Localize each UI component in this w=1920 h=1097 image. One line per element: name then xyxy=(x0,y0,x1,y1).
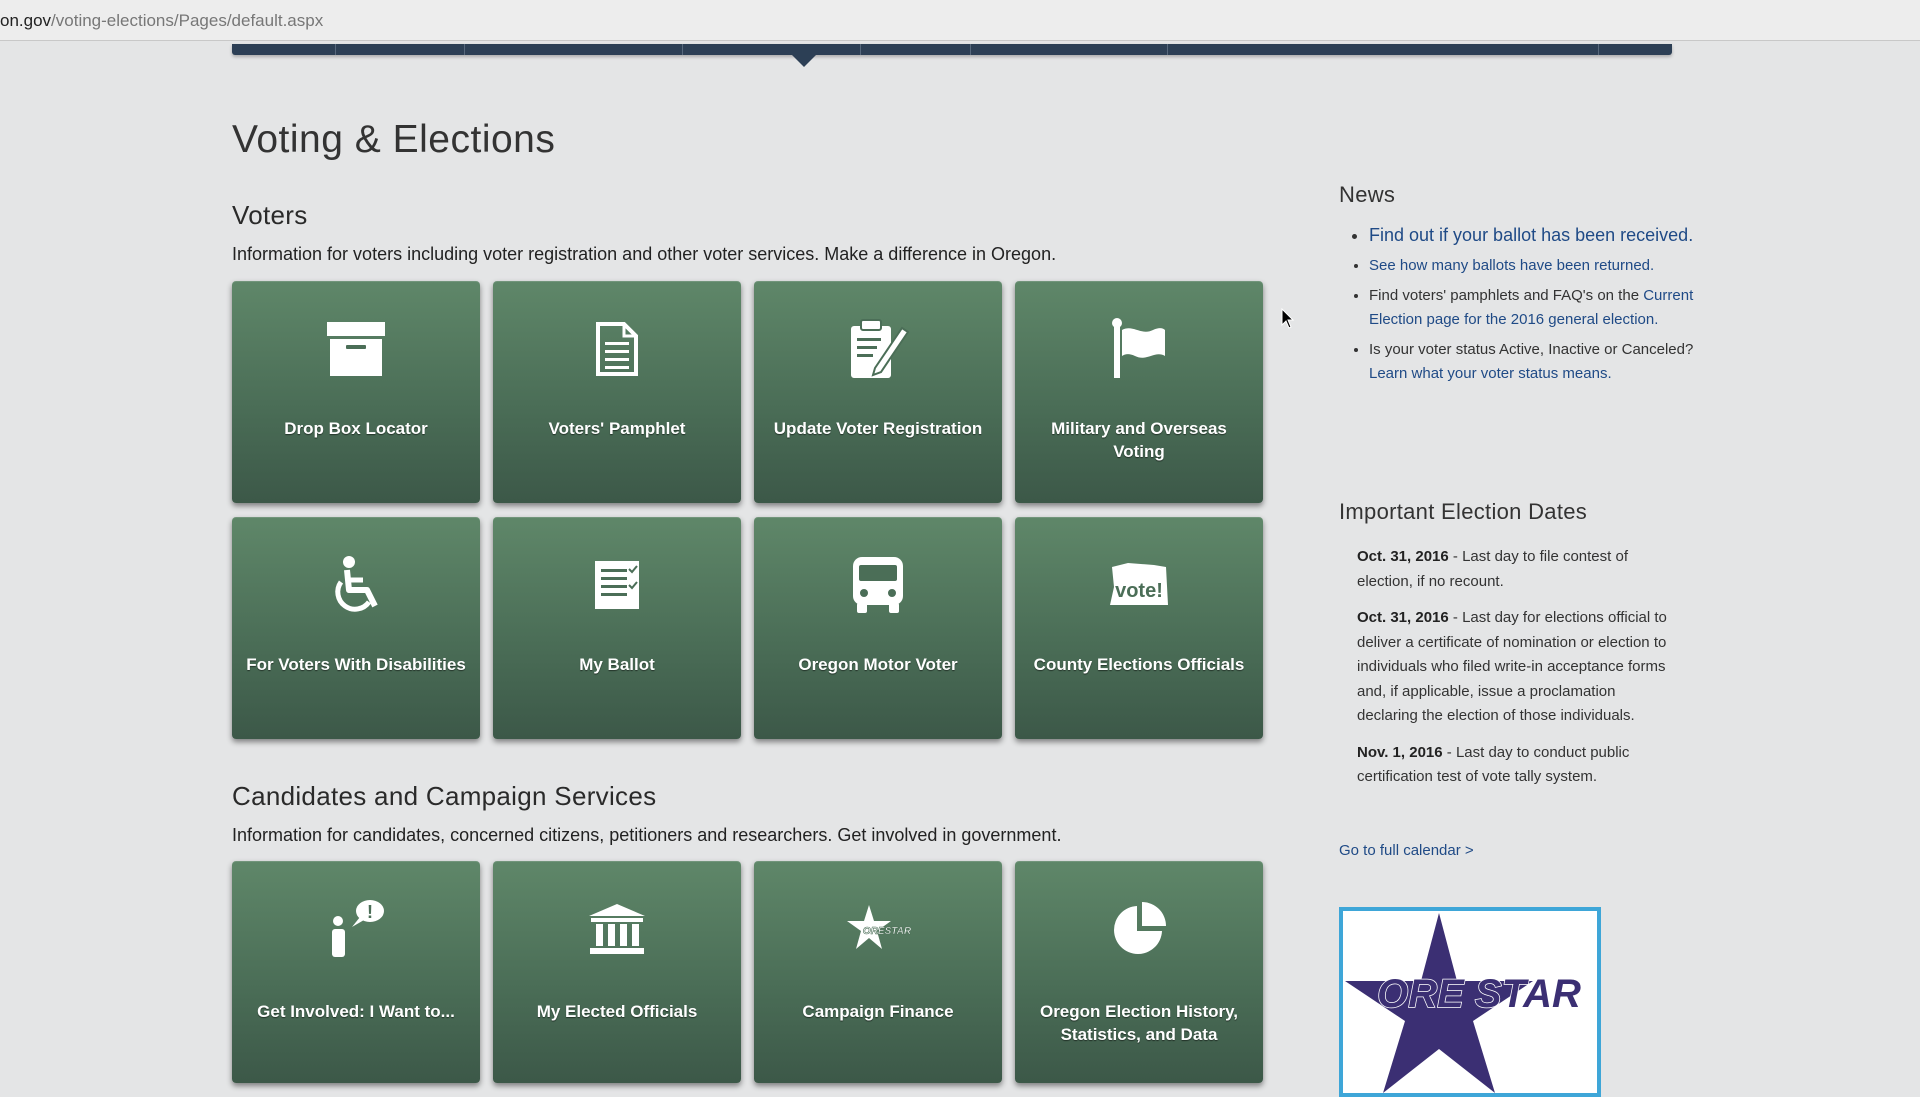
capitol-building-icon xyxy=(493,897,741,961)
ballot-icon xyxy=(493,553,741,617)
news-link-ballots-returned[interactable]: See how many ballots have been returned. xyxy=(1369,257,1654,274)
wheelchair-icon xyxy=(232,553,480,617)
browser-address-bar[interactable]: on.gov/voting-elections/Pages/default.as… xyxy=(0,0,1920,41)
nav-separator xyxy=(860,44,861,55)
tile-military-overseas-voting[interactable]: Military and Overseas Voting xyxy=(1015,281,1263,503)
news-item: Find voters' pamphlets and FAQ's on the … xyxy=(1369,284,1709,332)
main-navigation-bar[interactable] xyxy=(232,44,1672,67)
date-entry: Oct. 31, 2016 - Last day to file contest… xyxy=(1357,545,1677,594)
active-nav-indicator xyxy=(792,55,816,67)
news-item: See how many ballots have been returned. xyxy=(1369,254,1709,278)
tile-label: My Elected Officials xyxy=(536,1002,698,1021)
news-item: Find out if your ballot has been receive… xyxy=(1369,222,1709,248)
tile-campaign-finance[interactable]: ORESTAR Campaign Finance xyxy=(754,861,1002,1083)
date-entry: Oct. 31, 2016 - Last day for elections o… xyxy=(1357,606,1677,729)
tile-label: Voters' Pamphlet xyxy=(548,419,686,438)
date-entry-text: - Last day for elections official to del… xyxy=(1357,609,1667,724)
news-list: Find out if your ballot has been receive… xyxy=(1339,222,1709,392)
orestar-banner-text: ORE STAR xyxy=(1377,972,1581,1016)
url-text[interactable]: on.gov/voting-elections/Pages/default.as… xyxy=(0,11,323,31)
tile-county-elections-officials[interactable]: vote! County Elections Officials xyxy=(1015,517,1263,739)
tile-label: For Voters With Disabilities xyxy=(246,655,466,674)
tile-get-involved[interactable]: ! Get Involved: I Want to... xyxy=(232,861,480,1083)
nav-separator xyxy=(970,44,971,55)
tile-label: Campaign Finance xyxy=(802,1002,954,1021)
tile-label: Get Involved: I Want to... xyxy=(257,1002,455,1021)
nav-separator xyxy=(682,44,683,55)
date-entry-date: Oct. 31, 2016 xyxy=(1357,548,1449,565)
date-entry-date: Oct. 31, 2016 xyxy=(1357,609,1449,626)
date-entry-date: Nov. 1, 2016 xyxy=(1357,743,1443,761)
nav-separator xyxy=(1598,44,1599,55)
important-dates-heading: Important Election Dates xyxy=(1339,499,1588,524)
voters-section-description: Information for voters including voter r… xyxy=(232,244,1057,264)
orestar-star-icon: ORESTAR xyxy=(754,897,1002,961)
voters-section-title: Voters xyxy=(232,200,308,230)
orestar-star-icon-text: ORESTAR xyxy=(863,926,911,937)
news-item-text: Find voters' pamphlets and FAQ's on the xyxy=(1369,287,1644,304)
document-icon xyxy=(493,317,741,381)
mouse-cursor-icon xyxy=(1281,308,1295,329)
oregon-vote-icon-text: vote! xyxy=(1115,580,1163,602)
orestar-banner[interactable]: ORE STAR xyxy=(1339,907,1601,1097)
orestar-logo: ORE STAR xyxy=(1345,913,1582,1093)
nav-separator xyxy=(464,44,465,55)
important-dates-list: Oct. 31, 2016 - Last day to file contest… xyxy=(1357,545,1677,802)
oregon-vote-icon: vote! xyxy=(1015,553,1263,617)
date-entry: Nov. 1, 2016 - Last day to conduct publi… xyxy=(1357,741,1677,790)
tile-label: Oregon Motor Voter xyxy=(798,655,958,674)
candidates-section-description: Information for candidates, concerned ci… xyxy=(232,825,1062,845)
person-speech-icon-text: ! xyxy=(367,902,373,922)
full-calendar-link[interactable]: Go to full calendar > xyxy=(1339,842,1474,859)
url-domain: on.gov xyxy=(0,11,52,30)
news-item: Is your voter status Active, Inactive or… xyxy=(1369,338,1709,386)
news-link-voter-status[interactable]: Learn what your voter status means. xyxy=(1369,365,1612,382)
tile-election-history[interactable]: Oregon Election History, Statistics, and… xyxy=(1015,861,1263,1083)
tile-label: Drop Box Locator xyxy=(284,419,428,438)
nav-separator xyxy=(1167,44,1168,55)
tile-label: Update Voter Registration xyxy=(773,419,983,438)
tile-my-elected-officials[interactable]: My Elected Officials xyxy=(493,861,741,1083)
pie-chart-icon xyxy=(1015,897,1263,961)
tile-voters-pamphlet[interactable]: Voters' Pamphlet xyxy=(493,281,741,503)
url-path: /voting-elections/Pages/default.aspx xyxy=(51,11,324,30)
news-item-text: Is your voter status Active, Inactive or… xyxy=(1369,341,1694,358)
candidates-section-title: Candidates and Campaign Services xyxy=(232,781,657,811)
tile-label: Oregon Election History, Statistics, and… xyxy=(1039,1002,1239,1044)
tile-label: My Ballot xyxy=(579,655,655,674)
clipboard-pen-icon xyxy=(754,317,1002,381)
tile-update-voter-registration[interactable]: Update Voter Registration xyxy=(754,281,1002,503)
page-title: Voting & Elections xyxy=(232,118,556,161)
vehicle-icon xyxy=(754,553,1002,617)
tile-voters-with-disabilities[interactable]: For Voters With Disabilities xyxy=(232,517,480,739)
tile-label: County Elections Officials xyxy=(1033,655,1245,674)
person-speech-icon: ! xyxy=(232,897,480,961)
tile-my-ballot[interactable]: My Ballot xyxy=(493,517,741,739)
tile-drop-box-locator[interactable]: Drop Box Locator xyxy=(232,281,480,503)
flag-icon xyxy=(1015,317,1263,381)
news-link-ballot-received[interactable]: Find out if your ballot has been receive… xyxy=(1369,225,1693,245)
tile-oregon-motor-voter[interactable]: Oregon Motor Voter xyxy=(754,517,1002,739)
drop-box-icon xyxy=(232,317,480,381)
nav-separator xyxy=(335,44,336,55)
tile-label: Military and Overseas Voting xyxy=(1051,419,1227,461)
news-heading: News xyxy=(1339,182,1396,207)
